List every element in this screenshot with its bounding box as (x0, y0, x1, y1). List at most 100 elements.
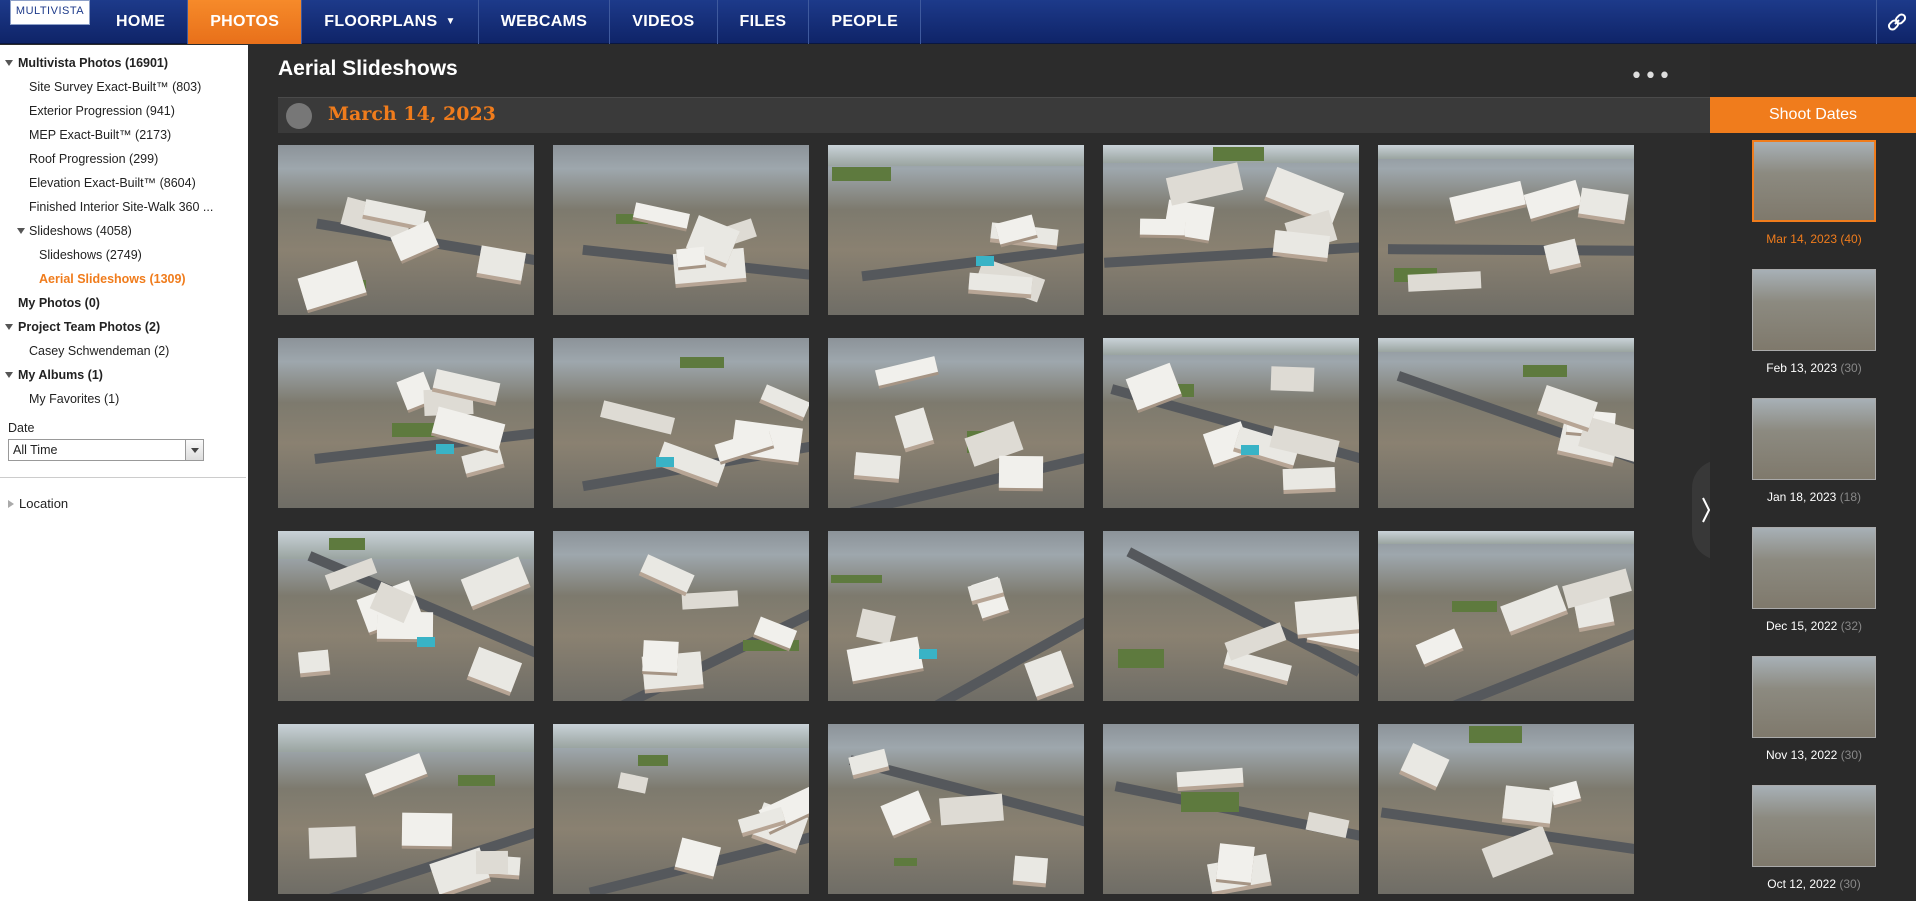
tree-item-project-team-photos[interactable]: Project Team Photos (2) (0, 315, 248, 339)
tree-item-label: Aerial Slideshows (1309) (39, 272, 186, 286)
shoot-date-thumbnail[interactable] (1752, 785, 1876, 867)
photo-thumbnail[interactable] (1103, 531, 1359, 701)
shoot-date-thumbnail[interactable] (1752, 527, 1876, 609)
tree-item-label: Finished Interior Site-Walk 360 ... (29, 200, 214, 214)
nav-videos[interactable]: VIDEOS (610, 0, 718, 44)
main-nav: HOME PHOTOS FLOORPLANS ▼ WEBCAMS VIDEOS F… (94, 0, 922, 44)
photo-thumbnail[interactable] (1103, 724, 1359, 894)
photo-thumbnail[interactable] (828, 724, 1084, 894)
photo-thumbnail[interactable] (553, 531, 809, 701)
shoot-date-thumbnail[interactable] (1752, 656, 1876, 738)
tree-item-finished-interior[interactable]: Finished Interior Site-Walk 360 ... (0, 195, 248, 219)
main-content: Aerial Slideshows March 14, 2023 (248, 45, 1710, 901)
multivista-logo[interactable]: MULTIVISTA (10, 0, 90, 25)
photo-thumbnail[interactable] (828, 338, 1084, 508)
shoot-date-thumbnail[interactable] (1752, 140, 1876, 222)
tree-item-aerial-slideshows[interactable]: Aerial Slideshows (1309) (0, 267, 248, 291)
nav-floorplans[interactable]: FLOORPLANS ▼ (302, 0, 479, 44)
tree-item-label: Exterior Progression (941) (29, 104, 175, 118)
photo-thumbnail[interactable] (1103, 145, 1359, 315)
nav-home[interactable]: HOME (94, 0, 189, 44)
shoot-date-count: (30) (1839, 877, 1861, 891)
tree-item-label: Project Team Photos (2) (18, 320, 161, 334)
date-filter-select[interactable]: All Time (8, 439, 204, 461)
expand-triangle-icon[interactable] (5, 372, 13, 378)
tree-item-label: My Photos (0) (18, 296, 100, 310)
shoot-date-item[interactable]: Jan 18, 2023 (18) (1752, 398, 1876, 504)
photo-thumbnail[interactable] (278, 724, 534, 894)
shoot-date-count: (30) (1840, 361, 1862, 375)
photo-thumbnail[interactable] (1378, 338, 1634, 508)
nav-files[interactable]: FILES (718, 0, 810, 44)
tree-item-slideshows-parent[interactable]: Slideshows (4058) (0, 219, 248, 243)
shoot-date-count: (40) (1840, 232, 1862, 246)
photo-thumbnail[interactable] (278, 338, 534, 508)
tree-item-my-albums[interactable]: My Albums (1) (0, 363, 248, 387)
photo-thumbnail[interactable] (1378, 724, 1634, 894)
expand-triangle-icon[interactable] (8, 500, 14, 508)
photo-thumbnail[interactable] (553, 338, 809, 508)
shoot-date-item[interactable]: Mar 14, 2023 (40) (1752, 140, 1876, 246)
photo-thumbnail[interactable] (278, 531, 534, 701)
shoot-dates-title: Shoot Dates (1710, 97, 1916, 133)
shoot-date-caption: Feb 13, 2023 (30) (1752, 361, 1876, 375)
caret-down-icon: ▼ (445, 16, 456, 27)
shoot-date-count: (30) (1840, 748, 1863, 762)
photo-thumbnail[interactable] (1378, 145, 1634, 315)
tree-item-my-photos[interactable]: My Photos (0) (0, 291, 248, 315)
expand-triangle-icon[interactable] (5, 324, 13, 330)
tree-item-label: MEP Exact-Built™ (2173) (29, 128, 172, 142)
shoot-date-caption: Jan 18, 2023 (18) (1752, 490, 1876, 504)
photo-thumbnail[interactable] (278, 145, 534, 315)
tree-item-roof-progression[interactable]: Roof Progression (299) (0, 147, 248, 171)
shoot-date-item[interactable]: Oct 12, 2022 (30) (1752, 785, 1876, 891)
tree-item-casey[interactable]: Casey Schwendeman (2) (0, 339, 248, 363)
tree-item-label: Roof Progression (299) (29, 152, 159, 166)
tree-item-slideshows[interactable]: Slideshows (2749) (0, 243, 248, 267)
tree-item-multivista-photos[interactable]: Multivista Photos (16901) (0, 51, 248, 75)
tree-item-mep[interactable]: MEP Exact-Built™ (2173) (0, 123, 248, 147)
expand-triangle-icon[interactable] (17, 228, 25, 234)
tree-item-label: My Albums (1) (18, 368, 103, 382)
shoot-date-item[interactable]: Nov 13, 2022 (30) (1752, 656, 1876, 762)
top-nav-bar: MULTIVISTA HOME PHOTOS FLOORPLANS ▼ WEBCA… (0, 0, 1916, 44)
tree-item-label: Site Survey Exact-Built™ (803) (29, 80, 202, 94)
location-label: Location (19, 496, 69, 511)
shoot-date-item[interactable]: Feb 13, 2023 (30) (1752, 269, 1876, 375)
nav-people[interactable]: PEOPLE (809, 0, 922, 44)
photo-thumbnail[interactable] (1378, 531, 1634, 701)
tree-item-site-survey[interactable]: Site Survey Exact-Built™ (803) (0, 75, 248, 99)
shoot-date-caption: Dec 15, 2022 (32) (1752, 619, 1876, 633)
nav-webcams[interactable]: WEBCAMS (479, 0, 611, 44)
shoot-date-caption: Oct 12, 2022 (30) (1752, 877, 1876, 891)
tree-item-label: My Favorites (1) (29, 392, 120, 406)
date-filter-value: All Time (13, 443, 58, 457)
date-group-header: March 14, 2023 (278, 97, 1710, 133)
shoot-date-thumbnail[interactable] (1752, 269, 1876, 351)
tree-item-my-favorites[interactable]: My Favorites (1) (0, 387, 248, 411)
shoot-date-label: Oct 12, 2022 (1767, 877, 1840, 891)
select-all-circle-icon[interactable] (286, 103, 312, 129)
shoot-date-thumbnail[interactable] (1752, 398, 1876, 480)
photo-thumbnail[interactable] (828, 145, 1084, 315)
share-link-button[interactable] (1876, 0, 1916, 44)
shoot-date-label: Mar 14, 2023 (1766, 232, 1841, 246)
date-group-title: March 14, 2023 (328, 103, 496, 125)
expand-triangle-icon[interactable] (5, 60, 13, 66)
tree-item-elevation[interactable]: Elevation Exact-Built™ (8604) (0, 171, 248, 195)
dropdown-arrow-icon[interactable] (185, 440, 203, 460)
photo-thumbnail[interactable] (828, 531, 1084, 701)
tree-item-label: Casey Schwendeman (2) (29, 344, 170, 358)
shoot-date-item[interactable]: Dec 15, 2022 (32) (1752, 527, 1876, 633)
shoot-date-label: Feb 13, 2023 (1766, 361, 1841, 375)
nav-photos[interactable]: PHOTOS (188, 0, 303, 44)
photo-thumbnail[interactable] (553, 724, 809, 894)
more-options-button[interactable]: ••• (1630, 64, 1672, 89)
location-filter[interactable]: Location (0, 496, 248, 511)
shoot-date-label: Nov 13, 2022 (1765, 748, 1841, 762)
photo-thumbnail[interactable] (553, 145, 809, 315)
photo-thumbnail[interactable] (1103, 338, 1359, 508)
nav-photos-label: PHOTOS (210, 13, 280, 30)
tree-item-exterior-progression[interactable]: Exterior Progression (941) (0, 99, 248, 123)
shoot-date-label: Jan 18, 2023 (1766, 490, 1840, 504)
